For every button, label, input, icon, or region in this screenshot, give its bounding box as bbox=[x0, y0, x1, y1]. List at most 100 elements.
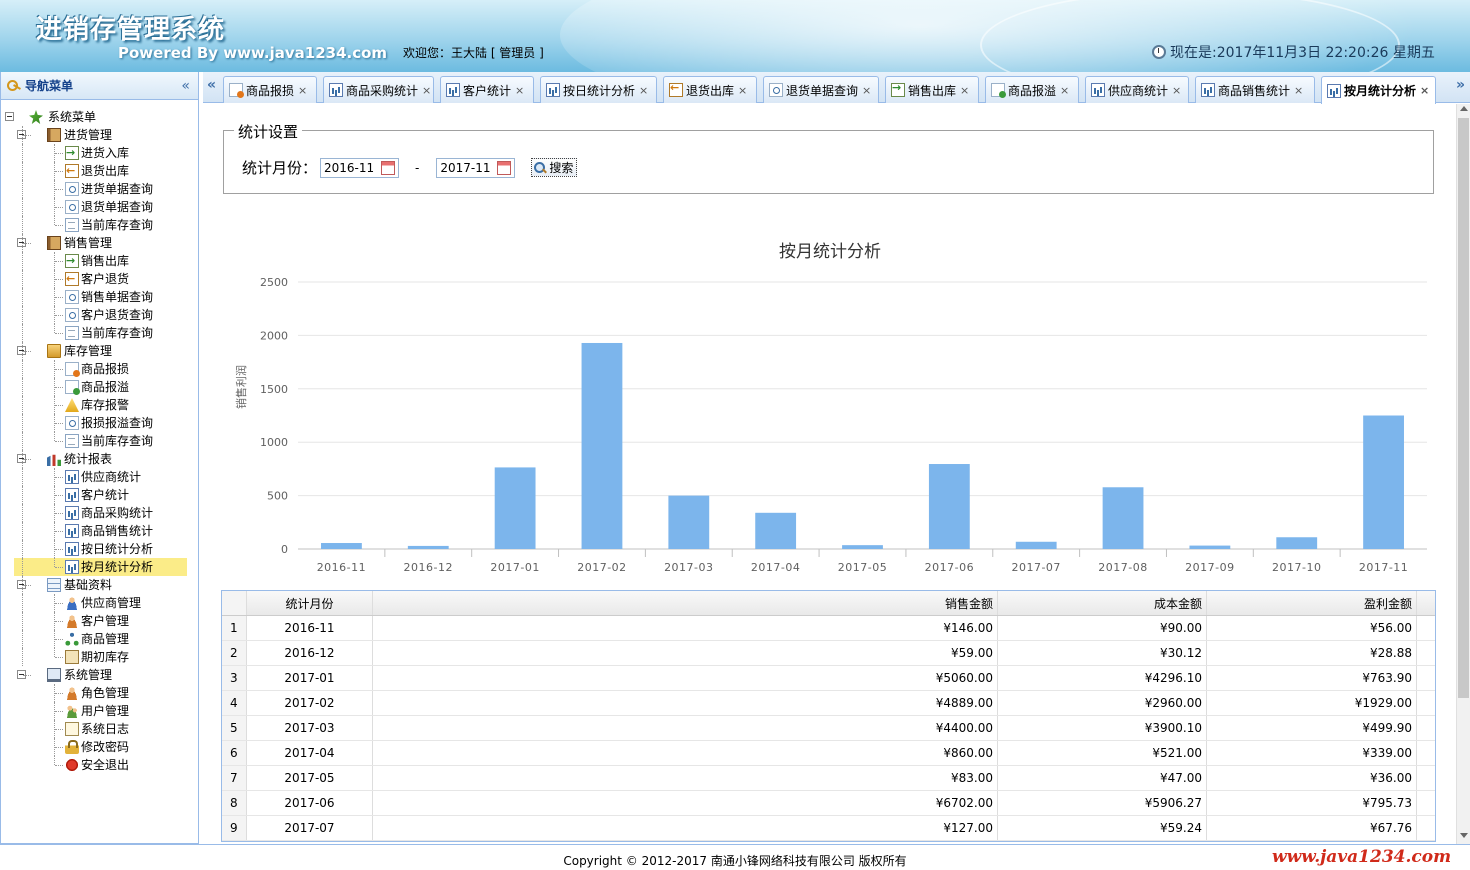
tab-10[interactable]: 商品销售统计 × bbox=[1195, 76, 1315, 103]
tree-item[interactable]: 商品报溢 bbox=[1, 378, 198, 396]
tree-item[interactable]: 按月统计分析 bbox=[1, 558, 198, 576]
table-row[interactable]: 4 2017-02 ¥4889.00 ¥2960.00 ¥1929.00 bbox=[222, 691, 1435, 716]
table-row[interactable]: 9 2017-07 ¥127.00 ¥59.24 ¥67.76 bbox=[222, 816, 1435, 841]
start-month-input[interactable]: 2016-11 bbox=[320, 157, 400, 178]
close-icon[interactable]: × bbox=[960, 84, 969, 97]
table-row[interactable]: 7 2017-05 ¥83.00 ¥47.00 ¥36.00 bbox=[222, 766, 1435, 791]
tree-group[interactable]: 系统管理 bbox=[1, 666, 198, 684]
table-row[interactable]: 6 2017-04 ¥860.00 ¥521.00 ¥339.00 bbox=[222, 741, 1435, 766]
tree-item[interactable]: 供应商管理 bbox=[1, 594, 198, 612]
chart-icon bbox=[65, 542, 79, 556]
table-row[interactable]: 8 2017-06 ¥6702.00 ¥5906.27 ¥795.73 bbox=[222, 791, 1435, 816]
tab-4[interactable]: 按日统计分析 × bbox=[540, 76, 657, 103]
tree-group[interactable]: 库存管理 bbox=[1, 342, 198, 360]
close-icon[interactable]: × bbox=[1172, 84, 1181, 97]
tree-item[interactable]: 退货出库 bbox=[1, 162, 198, 180]
table-row[interactable]: 5 2017-03 ¥4400.00 ¥3900.10 ¥499.90 bbox=[222, 716, 1435, 741]
x-tick-label: 2016-11 bbox=[317, 561, 366, 574]
tree-item[interactable]: 客户退货查询 bbox=[1, 306, 198, 324]
close-icon[interactable]: × bbox=[1294, 84, 1303, 97]
calendar-icon[interactable] bbox=[497, 160, 512, 175]
tree-item[interactable]: 客户退货 bbox=[1, 270, 198, 288]
search-button[interactable]: 搜索 bbox=[531, 158, 578, 177]
close-icon[interactable]: × bbox=[515, 84, 524, 97]
tree-item[interactable]: 商品销售统计 bbox=[1, 522, 198, 540]
tab-1[interactable]: 商品报损 × bbox=[223, 76, 317, 103]
tab-scroll-left-button[interactable]: « bbox=[207, 77, 216, 93]
bar bbox=[842, 545, 883, 549]
tree-item[interactable]: 报损报溢查询 bbox=[1, 414, 198, 432]
tree-item[interactable]: 客户统计 bbox=[1, 486, 198, 504]
tree-item[interactable]: 用户管理 bbox=[1, 702, 198, 720]
sidebar-title: 导航菜单 bbox=[25, 79, 74, 93]
tree-item[interactable]: 进货入库 bbox=[1, 144, 198, 162]
tab-scroll-right-button[interactable]: » bbox=[1456, 77, 1465, 93]
calendar-icon[interactable] bbox=[381, 160, 396, 175]
tree-item[interactable]: 商品采购统计 bbox=[1, 504, 198, 522]
tree-item[interactable]: 当前库存查询 bbox=[1, 324, 198, 342]
tree-item[interactable]: 角色管理 bbox=[1, 684, 198, 702]
tree-item[interactable]: 供应商统计 bbox=[1, 468, 198, 486]
tree-item[interactable]: 商品报损 bbox=[1, 360, 198, 378]
close-icon[interactable]: × bbox=[738, 84, 747, 97]
tree-group[interactable]: 销售管理 bbox=[1, 234, 198, 252]
row-number: 2 bbox=[222, 641, 247, 665]
close-icon[interactable]: × bbox=[422, 84, 431, 97]
tab-11[interactable]: 按月统计分析 × bbox=[1321, 76, 1436, 104]
tree-item[interactable]: 商品管理 bbox=[1, 630, 198, 648]
table-row[interactable]: 2 2016-12 ¥59.00 ¥30.12 ¥28.88 bbox=[222, 641, 1435, 666]
collapse-toggle-icon[interactable] bbox=[5, 112, 14, 121]
chart-icon bbox=[65, 470, 79, 484]
tree-item[interactable]: 销售单据查询 bbox=[1, 288, 198, 306]
main-scrollbar[interactable] bbox=[1456, 104, 1470, 844]
column-header-month[interactable]: 统计月份 bbox=[247, 591, 373, 615]
tab-3[interactable]: 客户统计 × bbox=[440, 76, 534, 103]
scroll-up-icon[interactable] bbox=[1460, 106, 1468, 111]
tree-item[interactable]: 按日统计分析 bbox=[1, 540, 198, 558]
tree-item[interactable]: 系统日志 bbox=[1, 720, 198, 738]
column-header-profit[interactable]: 盈利金额 bbox=[1207, 591, 1417, 615]
tree-item[interactable]: 退货单据查询 bbox=[1, 198, 198, 216]
tree-group[interactable]: 基础资料 bbox=[1, 576, 198, 594]
tree-item[interactable]: 进货单据查询 bbox=[1, 180, 198, 198]
cell-sales: ¥6702.00 bbox=[373, 791, 998, 815]
close-icon[interactable]: × bbox=[298, 84, 307, 97]
tree-item[interactable]: 库存报警 bbox=[1, 396, 198, 414]
scroll-down-icon[interactable] bbox=[1460, 833, 1468, 838]
tree-item[interactable]: 期初库存 bbox=[1, 648, 198, 666]
end-month-input[interactable]: 2017-11 bbox=[436, 157, 516, 178]
tree-item-label: 报损报溢查询 bbox=[81, 416, 154, 430]
close-icon[interactable]: × bbox=[639, 84, 648, 97]
tree-item[interactable]: 安全退出 bbox=[1, 756, 198, 774]
close-icon[interactable]: × bbox=[1420, 84, 1429, 97]
tree-connector bbox=[55, 261, 63, 262]
column-header-cost[interactable]: 成本金额 bbox=[998, 591, 1207, 615]
tree-group[interactable]: 进货管理 bbox=[1, 126, 198, 144]
tree-connector bbox=[22, 144, 23, 162]
tree-item[interactable]: 当前库存查询 bbox=[1, 216, 198, 234]
tab-9[interactable]: 供应商统计 × bbox=[1085, 76, 1189, 103]
scroll-thumb[interactable] bbox=[1458, 118, 1469, 698]
tree-item[interactable]: 当前库存查询 bbox=[1, 432, 198, 450]
sidebar-collapse-button[interactable]: « bbox=[181, 78, 190, 94]
stock-icon bbox=[65, 650, 79, 664]
tree-group[interactable]: 统计报表 bbox=[1, 450, 198, 468]
tab-6[interactable]: 退货单据查询 × bbox=[763, 76, 879, 103]
bar bbox=[1015, 541, 1057, 549]
tree-item[interactable]: 客户管理 bbox=[1, 612, 198, 630]
tree-root[interactable]: 系统菜单 bbox=[1, 108, 198, 126]
close-icon[interactable]: × bbox=[862, 84, 871, 97]
tree-item[interactable]: 销售出库 bbox=[1, 252, 198, 270]
column-header-sales[interactable]: 销售金额 bbox=[373, 591, 998, 615]
tab-7[interactable]: 销售出库× bbox=[885, 76, 979, 103]
tab-8[interactable]: 商品报溢 × bbox=[985, 76, 1079, 103]
tree-item[interactable]: 修改密码 bbox=[1, 738, 198, 756]
tab-2[interactable]: 商品采购统计 × bbox=[323, 76, 434, 103]
tab-5[interactable]: 退货出库× bbox=[663, 76, 757, 103]
monthly-profit-chart: 0 500 1000 1500 2000 2500 2016-11 2016-12 2017-0… bbox=[260, 276, 1427, 574]
month-range-label: 统计月份： bbox=[242, 159, 318, 177]
table-row[interactable]: 3 2017-01 ¥5060.00 ¥4296.10 ¥763.90 bbox=[222, 666, 1435, 691]
table-row[interactable]: 1 2016-11 ¥146.00 ¥90.00 ¥56.00 bbox=[222, 616, 1435, 641]
close-icon[interactable]: × bbox=[1060, 84, 1069, 97]
tree-connector bbox=[55, 765, 63, 766]
